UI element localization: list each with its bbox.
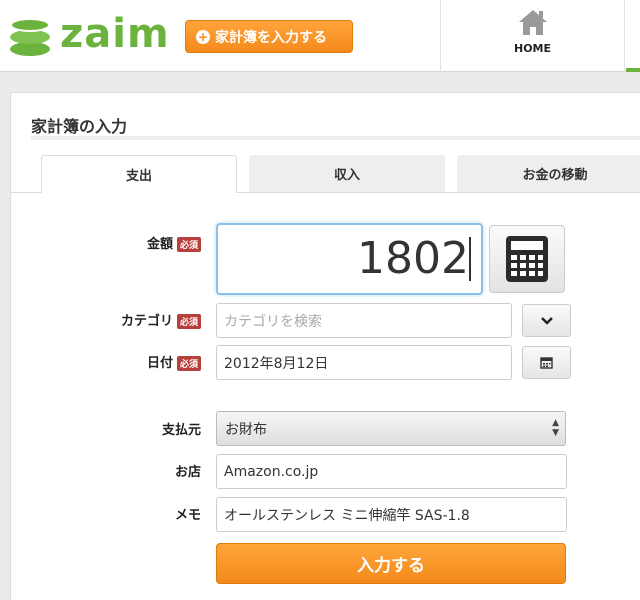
calendar-icon [540, 357, 553, 369]
tab-border [237, 192, 640, 193]
add-entry-label: 家計簿を入力する [215, 29, 327, 46]
date-input[interactable]: 2012年8月12日 [216, 345, 512, 380]
panel-title: 家計簿の入力 [31, 117, 128, 136]
memo-value: オールステンレス ミニ伸縮竿 SAS-1.8 [224, 507, 470, 524]
plus-icon: + [196, 29, 210, 44]
required-badge: 必須 [176, 314, 201, 329]
payment-source-select[interactable]: お財布 ▲ ▼ [216, 411, 566, 446]
category-label-row: カテゴリ 必須 [71, 310, 201, 329]
category-placeholder: カテゴリを検索 [224, 313, 322, 330]
nav-home[interactable]: HOME [440, 0, 625, 72]
home-icon [518, 10, 547, 35]
shop-input[interactable]: Amazon.co.jp [216, 454, 567, 489]
submit-button[interactable]: 入力する [216, 543, 566, 584]
memo-label: メモ [174, 508, 201, 523]
add-entry-button[interactable]: + 家計簿を入力する [185, 20, 353, 53]
calculator-button[interactable] [489, 225, 565, 293]
payment-label: 支払元 [161, 423, 201, 438]
logo-text: zaim [60, 11, 170, 57]
divider [31, 136, 640, 140]
category-label: カテゴリ [120, 314, 173, 329]
amount-input[interactable]: 1802 [216, 223, 483, 295]
date-label-row: 日付 必須 [71, 352, 201, 371]
tab-border [11, 192, 41, 193]
amount-value: 1802 [357, 233, 469, 284]
date-picker-button[interactable] [522, 346, 571, 379]
shop-value: Amazon.co.jp [224, 463, 319, 480]
required-badge: 必須 [176, 356, 201, 371]
payment-value: お財布 [225, 421, 267, 438]
tab-income[interactable]: 収入 [249, 155, 445, 192]
entry-panel: 家計簿の入力 支出 収入 お金の移動 金額 必須 1802 カテゴリ 必須 カテゴリ… [10, 92, 640, 600]
text-caret [469, 237, 471, 281]
category-dropdown-button[interactable] [522, 304, 571, 337]
amount-label-row: 金額 必須 [111, 233, 201, 252]
tab-expense[interactable]: 支出 [41, 155, 237, 193]
amount-label: 金額 [146, 237, 173, 252]
nav-active-indicator [626, 68, 640, 72]
coin-stack-icon [10, 12, 50, 56]
zaim-logo[interactable]: zaim [10, 12, 170, 56]
memo-input[interactable]: オールステンレス ミニ伸縮竿 SAS-1.8 [216, 497, 567, 532]
required-badge: 必須 [176, 237, 201, 252]
category-search-input[interactable]: カテゴリを検索 [216, 303, 512, 338]
date-label: 日付 [146, 356, 173, 371]
calculator-icon [506, 236, 548, 282]
shop-label: お店 [174, 465, 201, 480]
app-header: zaim + 家計簿を入力する HOME [0, 0, 640, 72]
date-value: 2012年8月12日 [224, 355, 329, 372]
nav-home-label: HOME [513, 42, 552, 55]
select-arrows-icon: ▲ ▼ [552, 418, 559, 438]
tab-transfer[interactable]: お金の移動 [457, 155, 640, 192]
chevron-down-icon [540, 316, 553, 325]
